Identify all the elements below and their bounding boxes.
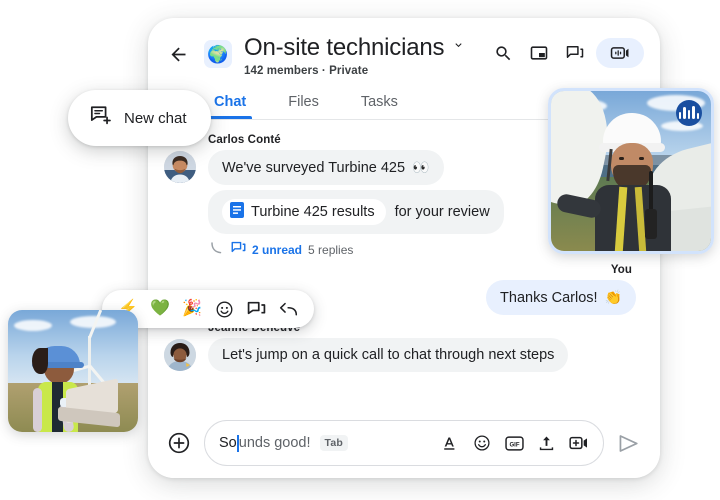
room-avatar-emoji: 🌍	[207, 44, 229, 64]
room-subtitle: 142 members · Private	[244, 65, 369, 77]
clap-emoji: 👏	[604, 289, 622, 305]
typed-after-caret: unds good!	[238, 435, 311, 451]
composed-text: So unds good! Tab	[219, 434, 349, 452]
composer-tools: GIF	[430, 434, 589, 452]
eyes-emoji: 👀	[412, 159, 430, 175]
message-bubble[interactable]: Let's jump on a quick call to chat throu…	[208, 338, 569, 372]
emoji-picker-icon[interactable]	[208, 293, 240, 325]
tab-chat[interactable]: Chat	[206, 94, 254, 119]
smart-compose-tab-chip[interactable]: Tab	[319, 435, 349, 451]
message-text: for your review	[394, 204, 490, 220]
page-title: On-site technicians	[244, 34, 445, 61]
svg-text:GIF: GIF	[509, 442, 519, 448]
google-docs-icon	[230, 202, 244, 222]
picture-in-picture-icon[interactable]	[524, 38, 554, 68]
avatar-carlos[interactable]	[164, 151, 196, 183]
search-icon[interactable]	[488, 38, 518, 68]
emoji-icon[interactable]	[473, 434, 491, 452]
thread-reply-icon[interactable]	[240, 293, 272, 325]
message-text: Let's jump on a quick call to chat throu…	[222, 347, 555, 363]
message-text: We've surveyed Turbine 425	[222, 159, 406, 176]
message-body-jeanne: Jeanne Deneuve Let's jump on a quick cal…	[208, 322, 636, 377]
message-composer: So unds good! Tab GIF	[148, 408, 660, 478]
message-bubble-with-attachment[interactable]: Turbine 425 results for your review	[208, 190, 504, 234]
plus-circle-icon[interactable]	[164, 428, 194, 458]
new-chat-icon	[90, 105, 112, 131]
room-avatar: 🌍	[204, 40, 232, 68]
gif-icon[interactable]: GIF	[505, 435, 524, 452]
reply-count: 5 replies	[308, 242, 354, 257]
header-actions	[488, 38, 644, 68]
chevron-down-icon[interactable]	[451, 38, 466, 58]
avatar-jeanne[interactable]	[164, 339, 196, 371]
new-chat-label: New chat	[124, 109, 187, 127]
add-video-icon[interactable]	[569, 435, 589, 451]
message-group-jeanne: Jeanne Deneuve Let's jump on a quick cal…	[164, 322, 636, 377]
format-text-icon[interactable]	[442, 435, 459, 452]
new-chat-button[interactable]: New chat	[68, 90, 211, 146]
message-text: Thanks Carlos!	[500, 289, 598, 306]
chat-header: 🌍 On-site technicians 142 members · Priv…	[148, 18, 660, 82]
message-sender: You	[610, 264, 632, 276]
send-icon[interactable]	[614, 429, 642, 457]
back-button[interactable]	[164, 40, 192, 68]
tab-tasks[interactable]: Tasks	[353, 94, 406, 119]
doc-chip[interactable]: Turbine 425 results	[222, 199, 386, 225]
video-tile-self[interactable]	[548, 88, 714, 254]
audio-waveform-icon	[676, 100, 702, 126]
screenshot-root: 🌍 On-site technicians 142 members · Priv…	[0, 0, 720, 500]
video-active-icon[interactable]	[596, 38, 644, 68]
message-bubble-outgoing[interactable]: Thanks Carlos! 👏	[486, 280, 636, 315]
peer-video-scene	[8, 310, 138, 432]
message-bubble[interactable]: We've surveyed Turbine 425 👀	[208, 150, 444, 185]
doc-chip-label: Turbine 425 results	[251, 204, 375, 220]
room-title-row[interactable]: On-site technicians	[244, 34, 488, 62]
threads-icon[interactable]	[560, 38, 590, 68]
thread-curve-icon	[210, 241, 225, 258]
reply-arrow-icon[interactable]	[272, 293, 304, 325]
reaction-party-popper[interactable]: 🎉	[176, 293, 208, 325]
upload-icon[interactable]	[538, 434, 555, 452]
video-tile-peer[interactable]	[8, 310, 138, 432]
thread-reply-icon	[231, 241, 246, 258]
reaction-green-heart[interactable]: 💚	[144, 293, 176, 325]
typed-before-caret: So	[219, 435, 237, 451]
room-meta: On-site technicians 142 members · Privat…	[244, 32, 488, 77]
unread-count: 2 unread	[252, 242, 303, 257]
tab-files[interactable]: Files	[280, 94, 327, 119]
message-input[interactable]: So unds good! Tab GIF	[204, 420, 604, 466]
